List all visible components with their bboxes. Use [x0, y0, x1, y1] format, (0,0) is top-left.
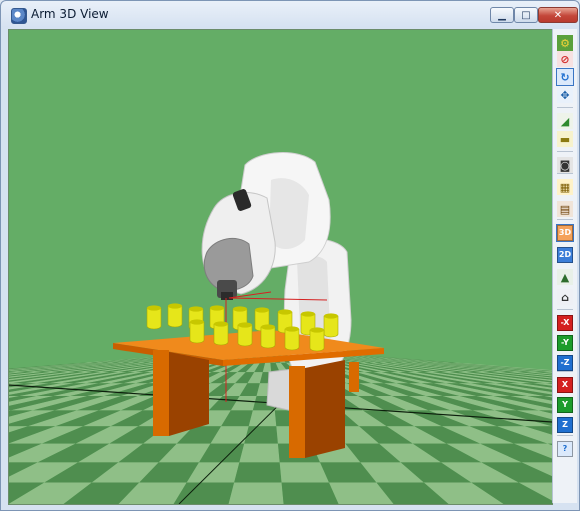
fit-view-icon[interactable]: ▲	[557, 269, 573, 285]
close-icon: ✕	[553, 9, 563, 21]
robot-settings-icon[interactable]: ⚙	[557, 35, 573, 51]
view-y-icon[interactable]: Y	[557, 397, 573, 413]
zoom-fit-icon[interactable]: ◢	[557, 113, 573, 129]
table-leg-back	[349, 362, 359, 392]
toolbar-separator	[557, 219, 573, 220]
help-icon[interactable]: ?	[557, 441, 573, 457]
toolbar-separator	[557, 309, 573, 310]
table-leg-left-front	[153, 350, 169, 436]
camera-icon[interactable]: ◙	[557, 157, 573, 173]
cup-rim	[324, 313, 338, 319]
close-button[interactable]: ✕	[538, 7, 578, 23]
maximize-icon: □	[521, 9, 531, 21]
floor-tile	[239, 443, 280, 463]
cup	[284, 328, 300, 351]
toolbar-separator	[557, 173, 573, 174]
cup-rim	[190, 319, 204, 325]
cup-rim	[310, 327, 324, 333]
window-title: Arm 3D View	[31, 7, 109, 21]
table-leg-left-side	[169, 352, 209, 436]
robot-tool	[221, 292, 233, 300]
cup-rim	[278, 309, 292, 315]
minimize-icon: ▁	[498, 9, 506, 21]
rotate-view-icon[interactable]: ↻	[556, 68, 574, 86]
maximize-button[interactable]: □	[514, 7, 538, 23]
film-edit-icon[interactable]: ▦	[557, 179, 573, 195]
app-icon	[11, 8, 27, 24]
floor-tile	[244, 426, 278, 444]
view-toolbar: ⚙ ⊘ ↻ ✥ ◢ ▬ ◙ ▦ ▤ 3D 2D ▲ ⌂ -X -Y -Z X Y Z?	[552, 29, 577, 503]
cup-rim	[238, 322, 252, 328]
toolbar-separator	[557, 107, 573, 108]
toolbar-separator	[557, 371, 573, 372]
cup	[146, 307, 162, 330]
title-bar[interactable]: Arm 3D View ▁ □ ✕	[1, 1, 579, 29]
cup-rim	[210, 305, 224, 311]
cup-rim	[285, 326, 299, 332]
ruler-icon[interactable]: ▬	[557, 131, 573, 147]
view-minus-x-icon[interactable]: -X	[557, 315, 573, 331]
move-view-icon[interactable]: ✥	[557, 87, 573, 103]
home-view-icon[interactable]: ⌂	[557, 289, 573, 305]
cup	[237, 324, 253, 347]
film-icon[interactable]: ▤	[557, 201, 573, 217]
table-leg-right-side	[305, 360, 345, 458]
3d-viewport[interactable]	[8, 29, 553, 505]
cup-rim	[261, 324, 275, 330]
floor-tile	[281, 482, 339, 504]
cup-rim	[147, 305, 161, 311]
toolbar-separator	[557, 151, 573, 152]
floor-tile	[228, 482, 284, 504]
hide-robot-icon[interactable]: ⊘	[557, 51, 573, 67]
view-2d-icon[interactable]: 2D	[557, 247, 573, 263]
cup	[167, 305, 183, 328]
cup-rim	[189, 306, 203, 312]
minimize-button[interactable]: ▁	[490, 7, 514, 23]
3d-scene[interactable]	[9, 30, 552, 504]
view-z-icon[interactable]: Z	[557, 417, 573, 433]
cup-rim	[233, 306, 247, 312]
arm-3d-view-window: Arm 3D View ▁ □ ✕ ⚙ ⊘ ↻ ✥ ◢ ▬ ◙ ▦ ▤ 3D 2…	[0, 0, 580, 511]
floor-tile	[234, 462, 282, 483]
view-minus-z-icon[interactable]: -Z	[557, 355, 573, 371]
cup	[213, 323, 229, 346]
toolbar-separator	[557, 435, 573, 436]
view-minus-y-icon[interactable]: -Y	[557, 335, 573, 351]
cup-rim	[168, 303, 182, 309]
cup	[260, 326, 276, 349]
cup	[309, 329, 325, 352]
floor-tile	[248, 410, 277, 427]
cup-rim	[214, 321, 228, 327]
cup	[323, 315, 339, 338]
robot-upper-arm-shade	[269, 178, 309, 249]
cup-rim	[255, 307, 269, 313]
cup	[189, 321, 205, 344]
cup-rim	[301, 311, 315, 317]
table-leg-right-front	[289, 366, 305, 458]
view-x-icon[interactable]: X	[557, 377, 573, 393]
view-3d-icon[interactable]: 3D	[556, 224, 574, 242]
